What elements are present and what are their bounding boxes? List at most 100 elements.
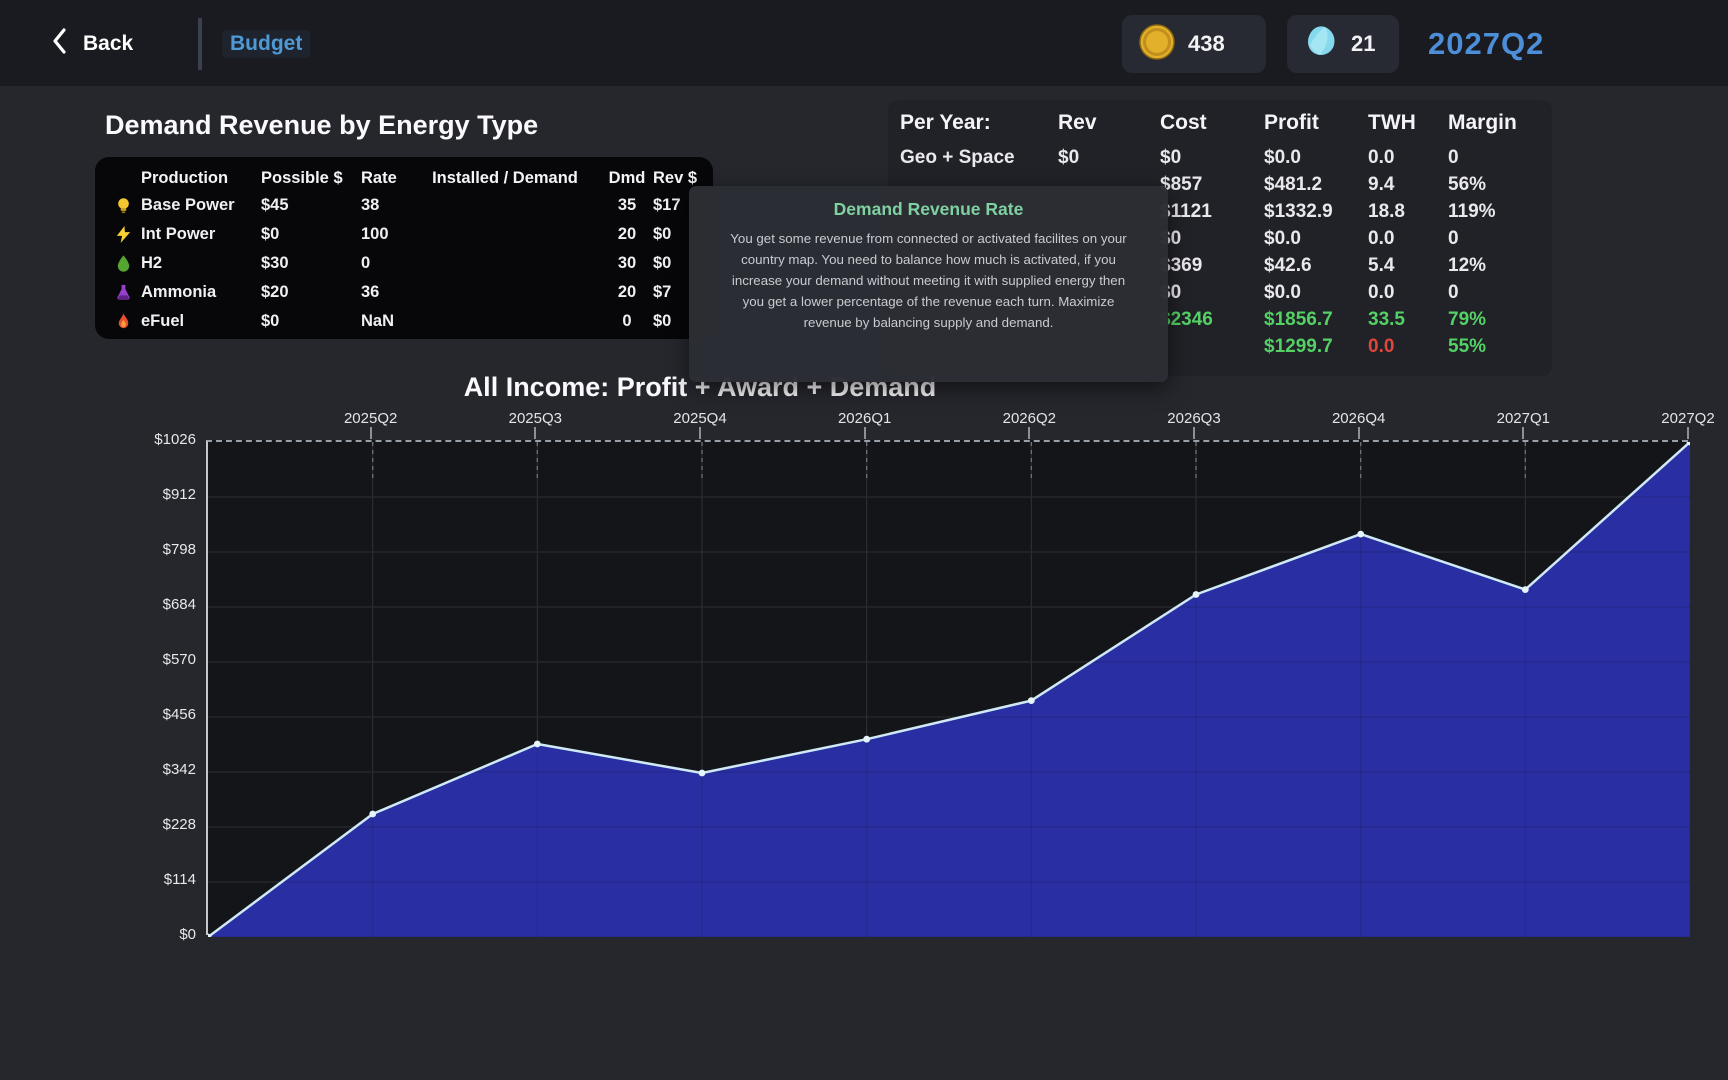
y-axis-tick: $456 <box>120 706 196 723</box>
col-twh: TWH <box>1368 111 1448 135</box>
x-axis-tick: 2027Q1 <box>1468 410 1578 427</box>
col-rev: Rev <box>1058 111 1160 135</box>
col-per-year: Per Year: <box>900 111 1058 135</box>
energy-row-ammonia[interactable]: Ammonia $20 36 20 $7 <box>95 278 713 307</box>
gems-display[interactable]: 21 <box>1287 15 1399 73</box>
cost-value: $857 <box>1160 174 1264 196</box>
energy-name: H2 <box>141 254 261 273</box>
profit-value: $42.6 <box>1264 255 1368 277</box>
col-rate: Rate <box>361 169 409 188</box>
coins-count: 438 <box>1188 31 1225 57</box>
energy-row-h2[interactable]: H2 $30 0 30 $0 <box>95 249 713 278</box>
x-axis-tickmark <box>864 427 866 439</box>
rate-value: 100 <box>361 225 409 244</box>
col-profit: Profit <box>1264 111 1368 135</box>
profit-value: $0.0 <box>1264 228 1368 250</box>
cost-value: $0 <box>1160 147 1264 169</box>
margin-value: 79% <box>1448 309 1552 331</box>
coin-icon <box>1138 23 1176 66</box>
profit-value: $1856.7 <box>1264 309 1368 331</box>
dmd-value: 20 <box>601 283 653 302</box>
profit-value: $481.2 <box>1264 174 1368 196</box>
possible-value: $20 <box>261 283 361 302</box>
x-axis-tickmark <box>699 427 701 439</box>
energy-name: eFuel <box>141 312 261 331</box>
back-button[interactable]: Back <box>52 28 133 59</box>
possible-value: $30 <box>261 254 361 273</box>
x-axis-tickmark <box>1028 427 1030 439</box>
margin-value: 56% <box>1448 174 1552 196</box>
cost-value: $0 <box>1160 228 1264 250</box>
tab-budget[interactable]: Budget <box>222 30 310 58</box>
twh-value: 9.4 <box>1368 174 1448 196</box>
tab-divider <box>198 18 202 70</box>
col-installed-demand: Installed / Demand <box>409 169 601 188</box>
twh-value: 0.0 <box>1368 336 1448 358</box>
energy-table-title: Demand Revenue by Energy Type <box>105 110 538 141</box>
margin-value: 55% <box>1448 336 1552 358</box>
x-axis-tick: 2027Q2 <box>1633 410 1728 427</box>
y-axis-tick: $228 <box>120 816 196 833</box>
coins-display[interactable]: 438 <box>1122 15 1266 73</box>
dmd-value: 35 <box>601 196 653 215</box>
x-axis-tickmark <box>370 427 372 439</box>
cost-value: $369 <box>1160 255 1264 277</box>
col-dmd: Dmd <box>601 169 653 188</box>
col-cost: Cost <box>1160 111 1264 135</box>
droplet-icon <box>105 254 141 273</box>
energy-name: Ammonia <box>141 283 261 302</box>
twh-value: 33.5 <box>1368 309 1448 331</box>
rate-value: NaN <box>361 312 409 331</box>
x-axis-tickmark <box>534 427 536 439</box>
tooltip-body: You get some revenue from connected or a… <box>721 228 1136 333</box>
energy-row-base-power[interactable]: Base Power $45 38 35 $17 <box>95 191 713 220</box>
twh-value: 0.0 <box>1368 147 1448 169</box>
possible-value: $0 <box>261 312 361 331</box>
per-year-row-1: Geo + Space $0 $0 $0.0 0.0 0 <box>888 144 1552 171</box>
y-axis-tick: $798 <box>120 541 196 558</box>
x-axis-tick: 2025Q4 <box>645 410 755 427</box>
back-chevron-icon <box>52 28 67 59</box>
x-axis-tick: 2026Q4 <box>1304 410 1414 427</box>
twh-value: 0.0 <box>1368 228 1448 250</box>
flask-icon <box>105 283 141 302</box>
y-axis-tick: $114 <box>120 871 196 888</box>
x-axis-tickmark <box>1193 427 1195 439</box>
margin-value: 0 <box>1448 228 1552 250</box>
back-label: Back <box>83 32 133 56</box>
col-production: Production <box>141 169 261 188</box>
dmd-value: 20 <box>601 225 653 244</box>
profit-value: $0.0 <box>1264 147 1368 169</box>
margin-value: 119% <box>1448 201 1552 223</box>
twh-value: 0.0 <box>1368 282 1448 304</box>
margin-value: 12% <box>1448 255 1552 277</box>
twh-value: 5.4 <box>1368 255 1448 277</box>
energy-row-efuel[interactable]: eFuel $0 NaN 0 $0 <box>95 307 713 336</box>
energy-row-int-power[interactable]: Int Power $0 100 20 $0 <box>95 220 713 249</box>
x-axis-tick: 2025Q2 <box>316 410 426 427</box>
cost-value: $2346 <box>1160 309 1264 331</box>
cost-value: $0 <box>1160 282 1264 304</box>
lightning-icon <box>105 225 141 244</box>
energy-table-header: Production Possible $ Rate Installed / D… <box>95 165 713 191</box>
margin-value: 0 <box>1448 282 1552 304</box>
y-axis-tick: $570 <box>120 651 196 668</box>
profit-value: $1299.7 <box>1264 336 1368 358</box>
y-axis-tick: $912 <box>120 486 196 503</box>
x-axis-tick: 2025Q3 <box>480 410 590 427</box>
col-margin: Margin <box>1448 111 1552 135</box>
twh-value: 18.8 <box>1368 201 1448 223</box>
x-axis-tickmark <box>1358 427 1360 439</box>
x-axis-tick: 2026Q2 <box>974 410 1084 427</box>
y-axis-tick: $1026 <box>120 431 196 448</box>
possible-value: $0 <box>261 225 361 244</box>
gems-count: 21 <box>1351 31 1375 57</box>
tooltip-title: Demand Revenue Rate <box>689 199 1168 220</box>
energy-name: Int Power <box>141 225 261 244</box>
gem-icon <box>1303 24 1339 65</box>
per-year-header: Per Year: Rev Cost Profit TWH Margin <box>888 110 1552 136</box>
row-label: Geo + Space <box>900 147 1058 169</box>
col-rev: Rev $ <box>653 169 713 188</box>
income-chart <box>206 440 1688 935</box>
rate-value: 38 <box>361 196 409 215</box>
